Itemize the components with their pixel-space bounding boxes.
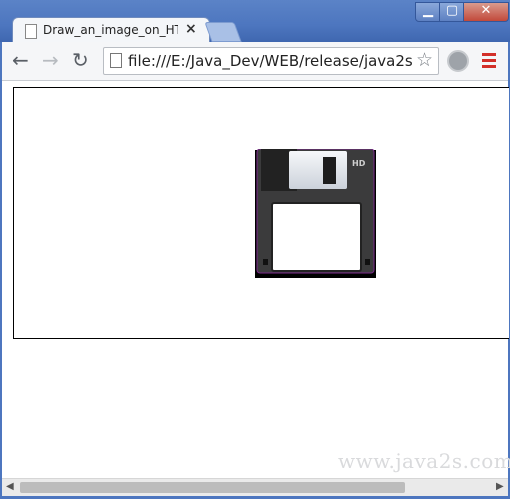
browser-toolbar: ← → ↻ file:///E:/Java_Dev/WEB/release/ja… <box>2 42 508 81</box>
url-text[interactable]: file:///E:/Java_Dev/WEB/release/java2sID… <box>128 52 412 70</box>
new-tab-button[interactable] <box>204 22 242 42</box>
maximize-button[interactable]: ▢ <box>439 2 465 22</box>
bookmark-star-icon[interactable]: ☆ <box>416 49 433 71</box>
horizontal-scrollbar[interactable]: ◀ ▶ <box>2 478 508 496</box>
scroll-right-icon[interactable]: ▶ <box>496 481 504 492</box>
svg-text:HD: HD <box>352 159 366 168</box>
page-icon <box>110 53 122 68</box>
reload-button[interactable]: ↻ <box>72 50 89 70</box>
minimize-button[interactable]: ▁ <box>415 2 441 22</box>
floppy-disk-icon: HD <box>255 149 376 278</box>
address-bar[interactable]: file:///E:/Java_Dev/WEB/release/java2sID… <box>103 47 439 75</box>
document-icon <box>25 24 37 39</box>
watermark-text: www.java2s.com <box>338 449 510 473</box>
scrollbar-thumb[interactable] <box>20 482 405 493</box>
tab-title: Draw_an_image_on_HTML <box>43 23 178 37</box>
menu-icon[interactable] <box>482 53 496 71</box>
title-bar: Draw_an_image_on_HTML × ▁ ▢ ✕ <box>0 0 510 44</box>
back-button[interactable]: ← <box>12 50 29 70</box>
page-viewport: HD www.java2s.com <box>2 81 510 478</box>
tab-close-icon[interactable]: × <box>185 21 197 37</box>
forward-button[interactable]: → <box>42 50 59 70</box>
html-canvas: HD <box>13 87 509 339</box>
close-window-button[interactable]: ✕ <box>463 2 509 22</box>
scroll-left-icon[interactable]: ◀ <box>6 481 14 492</box>
extension-icon[interactable] <box>447 50 469 72</box>
tab-active[interactable]: Draw_an_image_on_HTML × <box>12 17 210 44</box>
